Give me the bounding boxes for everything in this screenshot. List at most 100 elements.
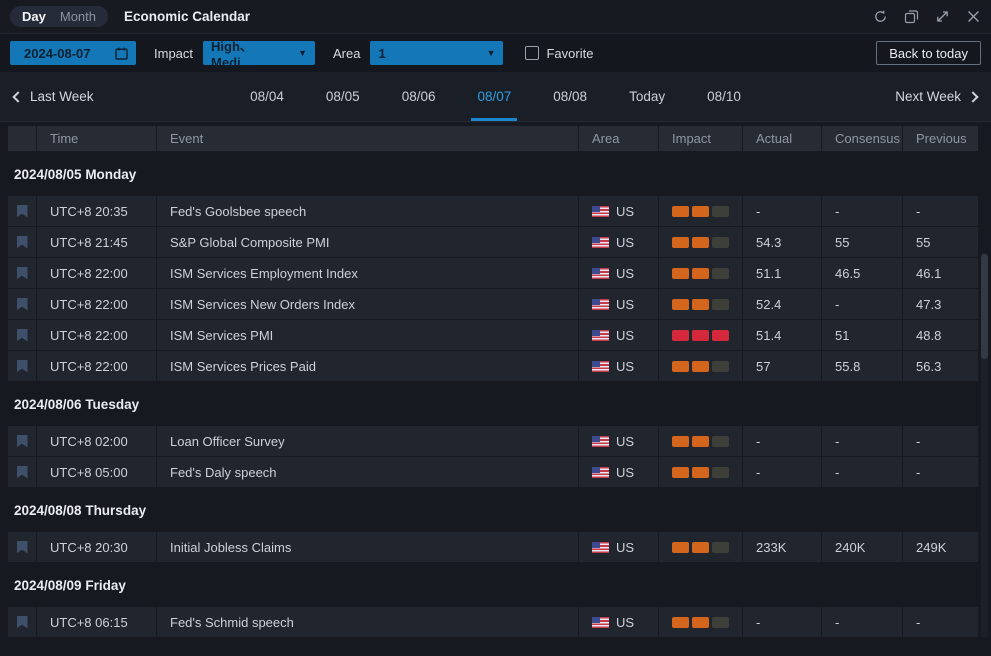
bookmark-button[interactable]	[8, 258, 36, 288]
event-row[interactable]: UTC+8 22:00ISM Services New Orders Index…	[8, 289, 978, 319]
actual-value: 57	[743, 351, 821, 381]
bookmark-button[interactable]	[8, 607, 36, 637]
consensus-value: -	[822, 289, 902, 319]
calendar-table: Time Event Area Impact Actual Consensus …	[0, 122, 991, 638]
previous-value: -	[903, 196, 978, 226]
last-week-button[interactable]: Last Week	[14, 72, 94, 121]
bookmark-button[interactable]	[8, 227, 36, 257]
tab-day[interactable]: Day	[22, 9, 46, 24]
actual-value: 51.4	[743, 320, 821, 350]
event-row[interactable]: UTC+8 02:00Loan Officer SurveyUS---	[8, 426, 978, 456]
us-flag-icon	[592, 268, 609, 279]
impact-indicator	[659, 196, 742, 226]
event-time: UTC+8 22:00	[37, 320, 156, 350]
area-filter-value: 1	[378, 46, 385, 61]
day-tab-08-08[interactable]: 08/08	[547, 72, 593, 121]
bookmark-button[interactable]	[8, 196, 36, 226]
next-week-button[interactable]: Next Week	[895, 72, 977, 121]
close-icon[interactable]	[966, 9, 981, 24]
bookmark-button[interactable]	[8, 532, 36, 562]
consensus-value: -	[822, 607, 902, 637]
consensus-value: 55.8	[822, 351, 902, 381]
consensus-value: 46.5	[822, 258, 902, 288]
event-area: US	[579, 227, 658, 257]
event-time: UTC+8 21:45	[37, 227, 156, 257]
day-tab-08-04[interactable]: 08/04	[244, 72, 290, 121]
impact-bars-icon	[672, 237, 729, 248]
scrollbar[interactable]	[981, 252, 988, 638]
event-time: UTC+8 06:15	[37, 607, 156, 637]
bookmark-button[interactable]	[8, 351, 36, 381]
bookmark-icon	[17, 616, 28, 629]
bookmark-button[interactable]	[8, 426, 36, 456]
popout-icon[interactable]	[904, 9, 919, 24]
back-to-today-button[interactable]: Back to today	[876, 41, 981, 65]
date-group-header: 2024/08/05 Monday	[8, 152, 978, 196]
actual-value: -	[743, 196, 821, 226]
actual-value: 51.1	[743, 258, 821, 288]
impact-bars-icon	[672, 299, 729, 310]
day-tab-08-07[interactable]: 08/07	[471, 72, 517, 121]
event-area: US	[579, 258, 658, 288]
calendar-icon	[115, 47, 128, 60]
date-picker[interactable]: 2024-08-07	[10, 41, 136, 65]
actual-value: 233K	[743, 532, 821, 562]
impact-indicator	[659, 457, 742, 487]
event-area: US	[579, 289, 658, 319]
chevron-down-icon: ▼	[298, 48, 307, 58]
event-row[interactable]: UTC+8 05:00Fed's Daly speechUS---	[8, 457, 978, 487]
event-row[interactable]: UTC+8 20:35Fed's Goolsbee speechUS---	[8, 196, 978, 226]
favorite-checkbox[interactable]	[525, 46, 539, 60]
bookmark-icon	[17, 541, 28, 554]
previous-value: -	[903, 607, 978, 637]
day-tab-08-06[interactable]: 08/06	[396, 72, 442, 121]
impact-bars-icon	[672, 206, 729, 217]
impact-filter-value: High、Medi...	[211, 36, 288, 70]
expand-icon[interactable]	[935, 9, 950, 24]
area-label: US	[616, 434, 634, 449]
day-tab-08-10[interactable]: 08/10	[701, 72, 747, 121]
event-area: US	[579, 457, 658, 487]
us-flag-icon	[592, 206, 609, 217]
column-header-previous: Previous	[903, 126, 978, 151]
area-label: US	[616, 465, 634, 480]
bookmark-button[interactable]	[8, 289, 36, 319]
bookmark-button[interactable]	[8, 320, 36, 350]
previous-value: 46.1	[903, 258, 978, 288]
event-row[interactable]: UTC+8 22:00ISM Services Prices PaidUS575…	[8, 351, 978, 381]
bookmark-icon	[17, 435, 28, 448]
day-tab-today[interactable]: Today	[623, 72, 671, 121]
event-row[interactable]: UTC+8 06:15Fed's Schmid speechUS---	[8, 607, 978, 637]
area-filter-select[interactable]: 1 ▼	[370, 41, 503, 65]
event-area: US	[579, 532, 658, 562]
favorite-filter[interactable]: Favorite	[525, 46, 593, 61]
area-label: US	[616, 266, 634, 281]
event-row[interactable]: UTC+8 20:30Initial Jobless ClaimsUS233K2…	[8, 532, 978, 562]
event-row[interactable]: UTC+8 21:45S&P Global Composite PMIUS54.…	[8, 227, 978, 257]
consensus-value: 55	[822, 227, 902, 257]
scrollbar-thumb[interactable]	[981, 254, 988, 359]
event-name: Fed's Goolsbee speech	[157, 196, 578, 226]
previous-value: -	[903, 457, 978, 487]
actual-value: 54.3	[743, 227, 821, 257]
event-time: UTC+8 05:00	[37, 457, 156, 487]
event-name: ISM Services New Orders Index	[157, 289, 578, 319]
next-week-label: Next Week	[895, 89, 961, 104]
event-row[interactable]: UTC+8 22:00ISM Services Employment Index…	[8, 258, 978, 288]
actual-value: -	[743, 607, 821, 637]
area-filter-label: Area	[333, 46, 360, 61]
impact-indicator	[659, 227, 742, 257]
event-row[interactable]: UTC+8 22:00ISM Services PMIUS51.45148.8	[8, 320, 978, 350]
tab-month[interactable]: Month	[60, 9, 96, 24]
refresh-icon[interactable]	[873, 9, 888, 24]
chevron-right-icon	[967, 91, 978, 102]
us-flag-icon	[592, 436, 609, 447]
consensus-value: -	[822, 196, 902, 226]
bookmark-button[interactable]	[8, 457, 36, 487]
chevron-left-icon	[12, 91, 23, 102]
last-week-label: Last Week	[30, 89, 94, 104]
day-tab-08-05[interactable]: 08/05	[320, 72, 366, 121]
impact-filter-select[interactable]: High、Medi... ▼	[203, 41, 315, 65]
impact-indicator	[659, 532, 742, 562]
actual-value: -	[743, 457, 821, 487]
